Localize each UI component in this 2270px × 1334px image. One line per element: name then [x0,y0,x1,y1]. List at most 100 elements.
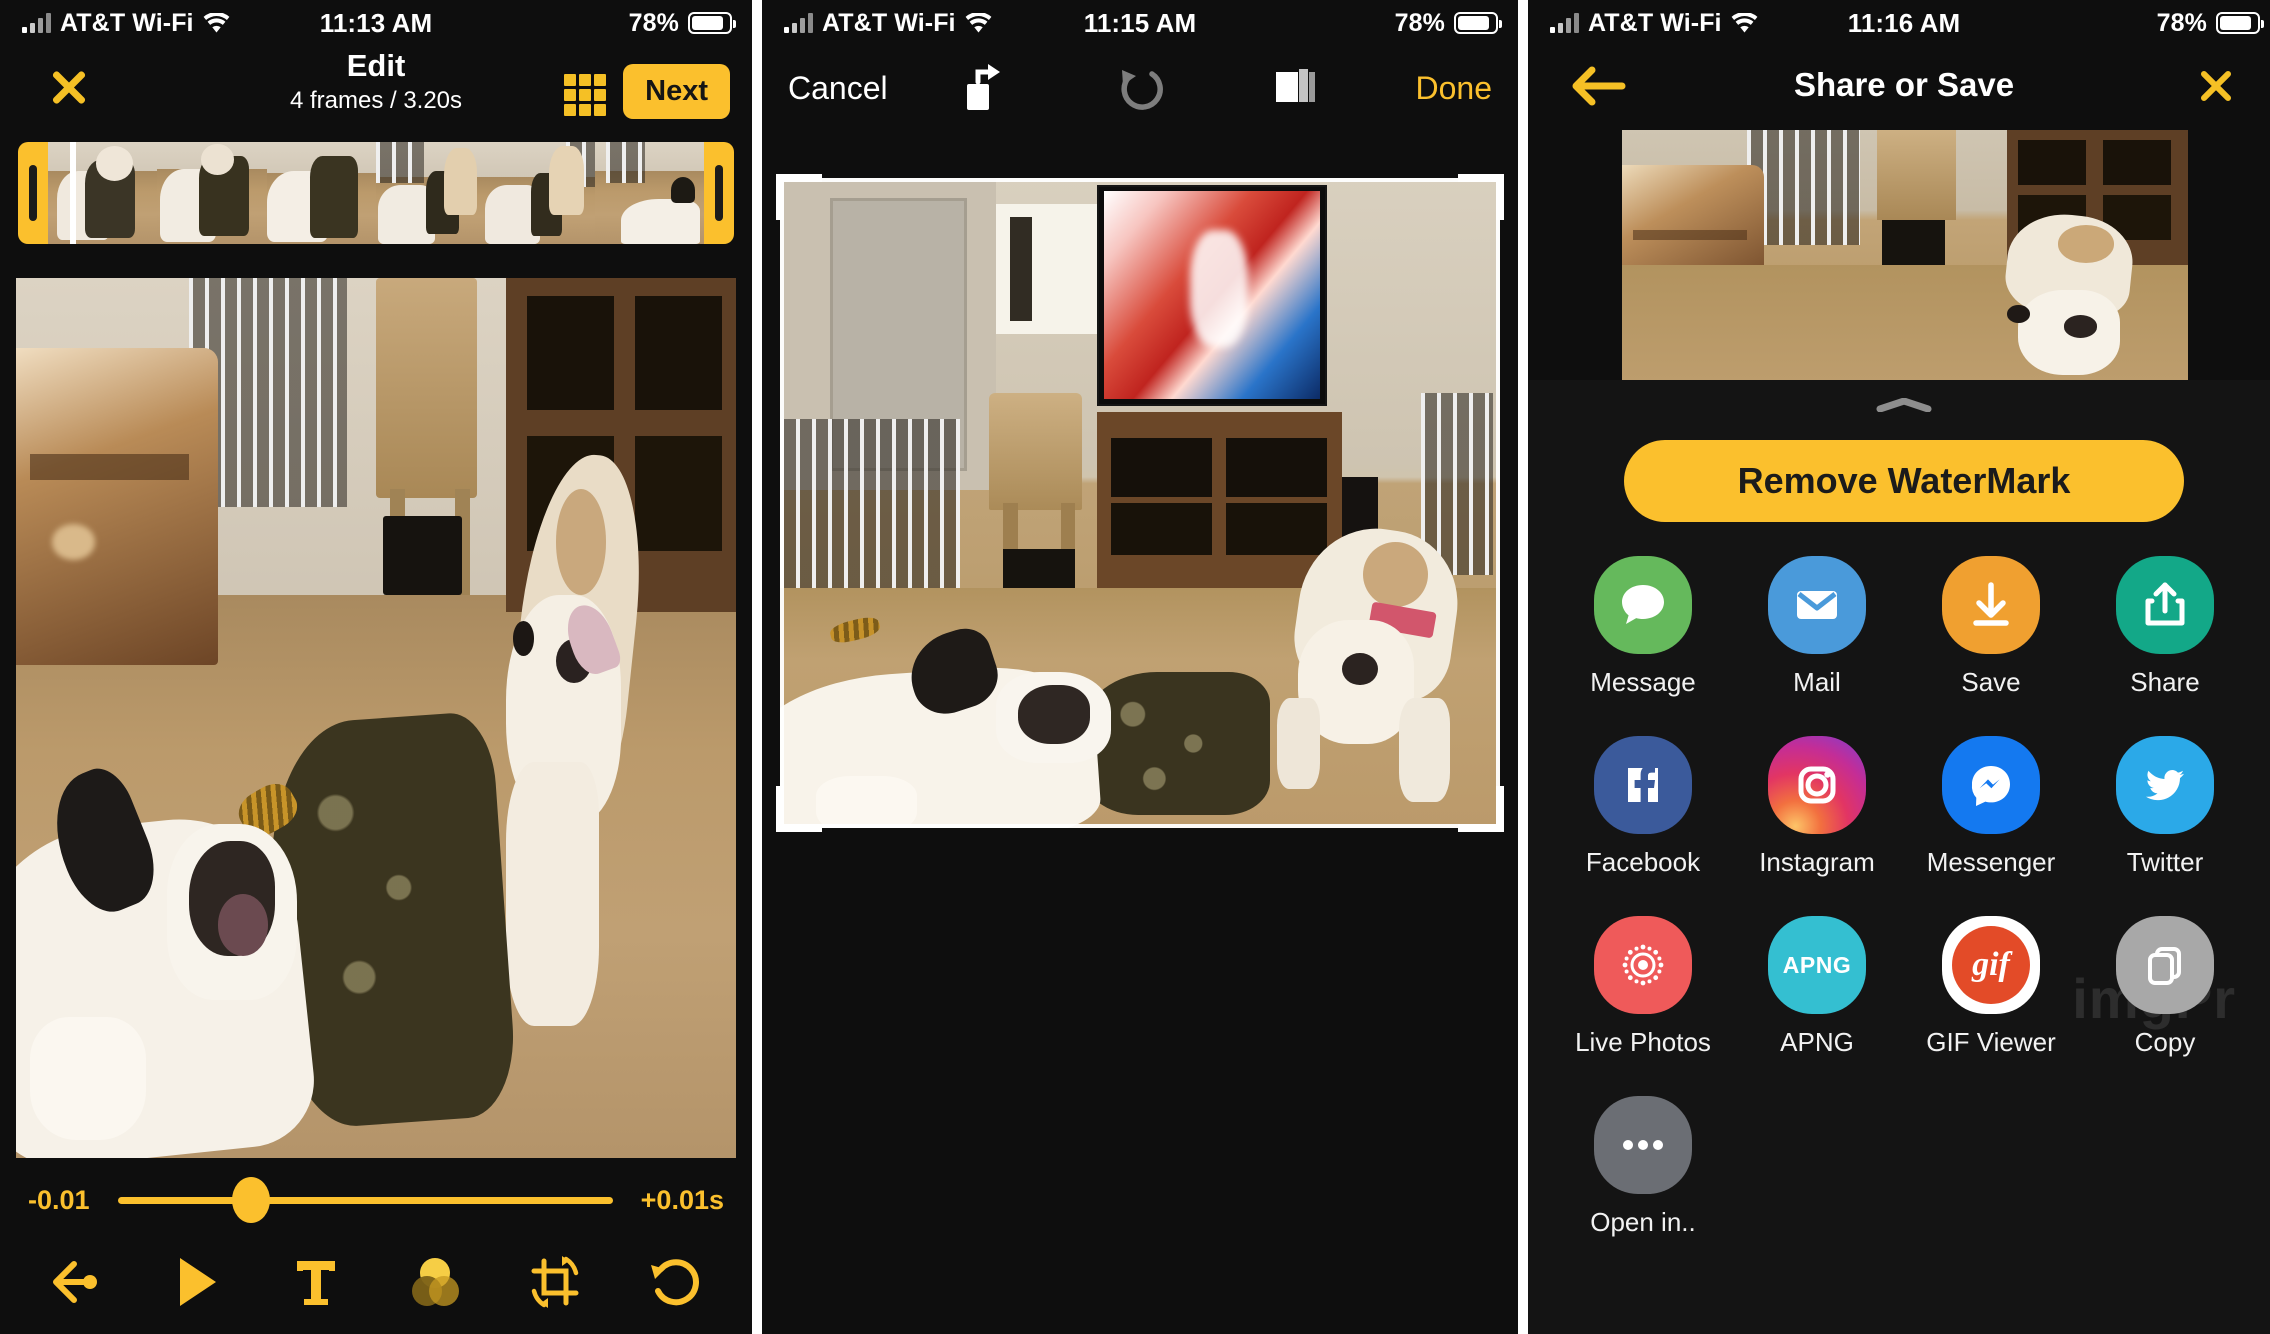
panel-divider [752,0,762,1334]
apng-icon: APNG [1768,916,1866,1014]
share-label: Messenger [1926,847,2056,877]
status-right: 78% [2157,9,2270,38]
remove-watermark-button[interactable]: Remove WaterMark [1624,440,2184,522]
filmstrip-frame[interactable] [48,142,158,244]
crop-stage[interactable] [776,174,1504,832]
preview3-scene [1622,130,2188,380]
share-label: Message [1590,667,1696,697]
download-icon [1942,556,2040,654]
copy-icon [2116,916,2214,1014]
rotate-icon[interactable] [956,58,1012,119]
wifi-icon [203,12,230,34]
filmstrip-frame[interactable] [157,142,267,244]
share-label: Share [2130,667,2200,697]
share-label: APNG [1780,1027,1854,1057]
preview-scene [16,278,736,1158]
share-item-facebook[interactable]: Facebook [1556,736,1730,878]
share-label: GIF Viewer [1926,1027,2056,1057]
result-preview[interactable] [1622,130,2188,380]
play-icon[interactable] [165,1250,229,1314]
signal-bars-icon [22,13,51,33]
share-label: Twitter [2126,847,2204,877]
status-left: AT&T Wi-Fi [0,9,230,38]
next-button[interactable]: Next [623,64,730,119]
filmstrip-frame[interactable] [375,142,486,244]
share-item-copy[interactable]: Copy [2078,916,2252,1058]
frame-duration-slider[interactable]: -0.01 +0.01s [0,1170,752,1230]
share-item-save[interactable]: Save [1904,556,2078,698]
close-x-icon[interactable] [2196,66,2236,106]
battery-icon [688,12,736,34]
share-grid: Message Mail Save Share Facebook Instagr… [1556,556,2252,1238]
edit-navbar: Edit 4 frames / 3.20s Next [0,46,752,128]
signal-bars-icon [1550,13,1579,33]
aspect-ratio-icon[interactable] [1268,58,1324,119]
page-title: Share or Save [1793,66,2015,103]
filmstrip-frame[interactable] [266,142,376,244]
slider-thumb[interactable] [232,1177,271,1223]
share-up-icon [2116,556,2214,654]
share-navbar: Share or Save [1528,46,2270,130]
share-label: Instagram [1759,847,1875,877]
signal-bars-icon [784,13,813,33]
instagram-icon [1768,736,1866,834]
filters-icon[interactable] [404,1250,468,1314]
slider-track[interactable] [117,1177,613,1223]
gif-viewer-icon: gif [1942,916,2040,1014]
share-item-twitter[interactable]: Twitter [2078,736,2252,878]
carrier-label: AT&T Wi-Fi [60,8,194,37]
share-sheet: Remove WaterMark imgPr Message Mail [1528,380,2270,1334]
speed-arrow-icon[interactable] [46,1250,110,1314]
edit-toolbar [0,1230,752,1334]
carrier-label: AT&T Wi-Fi [1588,8,1722,37]
share-item-message[interactable]: Message [1556,556,1730,698]
crop-navbar: Cancel Done [762,46,1518,130]
share-item-live-photos[interactable]: Live Photos [1556,916,1730,1058]
crop-nav-icons [762,58,1518,119]
crop-handle-bottom-right[interactable] [1458,786,1504,832]
crop-handle-top-left[interactable] [776,174,822,220]
share-item-mail[interactable]: Mail [1730,556,1904,698]
share-item-open-in[interactable]: Open in.. [1556,1096,1730,1238]
battery-percent: 78% [2156,8,2207,37]
twitter-icon [2116,736,2214,834]
three-panel-screenshot: AT&T Wi-Fi 11:13 AM 78% Edit 4 frames / … [0,0,2270,1334]
battery-icon [1454,12,1502,34]
status-left: AT&T Wi-Fi [1528,9,1758,38]
share-label: Open in.. [1590,1207,1696,1237]
trim-handle-left[interactable] [18,142,48,244]
playhead[interactable] [70,142,76,244]
messenger-icon [1942,736,2040,834]
battery-icon [2216,12,2264,34]
video-preview[interactable] [16,278,736,1158]
share-item-apng[interactable]: APNG APNG [1730,916,1904,1058]
crop-frame[interactable] [776,174,1504,832]
filmstrip-frame[interactable] [485,142,595,244]
panel-share: AT&T Wi-Fi 11:16 AM 78% Share or Save Re… [1528,0,2270,1334]
share-item-messenger[interactable]: Messenger [1904,736,2078,878]
sheet-grabber[interactable] [1876,397,1932,413]
carrier-label: AT&T Wi-Fi [822,8,956,37]
share-item-gif-viewer[interactable]: gif GIF Viewer [1904,916,2078,1058]
grid-frames-icon[interactable] [564,74,606,116]
share-label: Facebook [1585,847,1701,877]
crop-handle-top-right[interactable] [1458,174,1504,220]
status-bar: AT&T Wi-Fi 11:13 AM 78% [0,0,752,46]
wifi-icon [965,12,992,34]
crop-handle-bottom-left[interactable] [776,786,822,832]
battery-percent: 78% [1394,8,1445,37]
share-item-instagram[interactable]: Instagram [1730,736,1904,878]
text-icon[interactable] [284,1250,348,1314]
more-dots-icon [1594,1096,1692,1194]
battery-percent: 78% [628,8,679,37]
filmstrip-frame[interactable] [594,142,704,244]
share-item-share[interactable]: Share [2078,556,2252,698]
crop-rotate-icon[interactable] [523,1250,587,1314]
undo-icon[interactable] [1112,58,1168,119]
panel-edit: AT&T Wi-Fi 11:13 AM 78% Edit 4 frames / … [0,0,752,1334]
undo-reset-icon[interactable] [642,1250,706,1314]
trim-handle-right[interactable] [704,142,734,244]
filmstrip[interactable] [18,142,734,244]
message-icon [1594,556,1692,654]
status-bar: AT&T Wi-Fi 11:16 AM 78% [1528,0,2270,46]
